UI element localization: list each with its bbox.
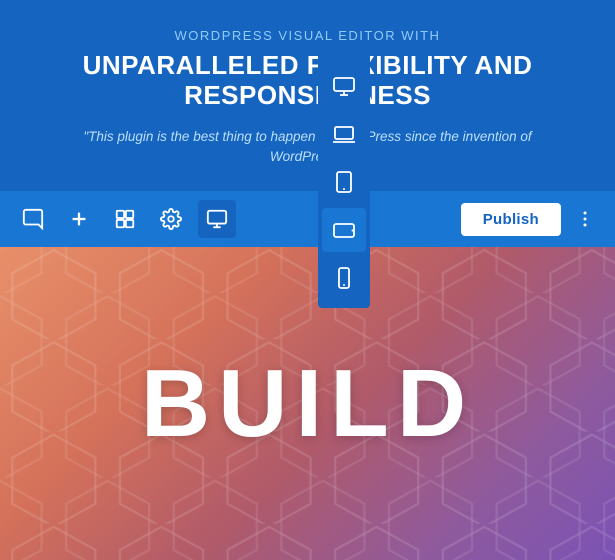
build-text: BUILD <box>141 349 474 459</box>
laptop-icon <box>332 122 356 146</box>
desktop-large-icon <box>332 74 356 98</box>
layout-icon <box>114 208 136 230</box>
header-title: UNPARALLELED FLEXIBILITY AND RESPONSIVEN… <box>50 51 565 111</box>
desktop-view-button[interactable] <box>198 200 236 238</box>
publish-button[interactable]: Publish <box>461 203 561 236</box>
device-option-tablet[interactable] <box>322 160 366 204</box>
desktop-icon <box>206 208 228 230</box>
tablet-small-icon <box>332 218 356 242</box>
toolbar-left <box>14 200 457 238</box>
device-option-mobile[interactable] <box>322 256 366 300</box>
device-option-laptop[interactable] <box>322 112 366 156</box>
mobile-icon <box>332 266 356 290</box>
layout-button[interactable] <box>106 200 144 238</box>
header-quote: "This plugin is the best thing to happen… <box>50 127 565 168</box>
add-icon <box>68 208 90 230</box>
toolbar: Publish <box>0 191 615 247</box>
editor-preview: BUILD <box>0 247 615 560</box>
settings-button[interactable] <box>152 200 190 238</box>
tablet-icon <box>332 170 356 194</box>
toolbar-right: Publish <box>461 203 601 236</box>
more-icon <box>575 209 595 229</box>
editor-area: BUILD <box>0 247 615 560</box>
header-subtitle: WORDPRESS VISUAL EDITOR WITH <box>50 28 565 43</box>
more-options-button[interactable] <box>569 203 601 235</box>
comment-icon <box>22 208 44 230</box>
add-button[interactable] <box>60 200 98 238</box>
comment-button[interactable] <box>14 200 52 238</box>
header-section: WORDPRESS VISUAL EDITOR WITH UNPARALLELE… <box>0 0 615 191</box>
device-dropdown <box>318 56 370 308</box>
device-option-desktop-large[interactable] <box>322 64 366 108</box>
main-container: WORDPRESS VISUAL EDITOR WITH UNPARALLELE… <box>0 0 615 560</box>
settings-icon <box>160 208 182 230</box>
device-option-tablet-small[interactable] <box>322 208 366 252</box>
